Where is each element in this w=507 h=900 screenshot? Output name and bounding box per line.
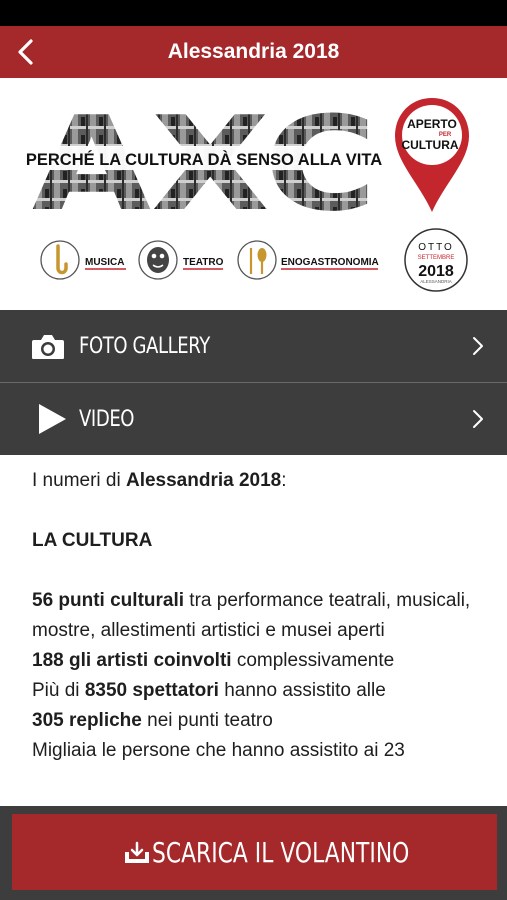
- event-banner: AXC PERCHÉ LA CULTURA DÀ SENSO ALLA VITA…: [0, 78, 507, 309]
- date-badge: OTTO SETTEMBRE 2018 ALESSANDRIA: [404, 228, 468, 292]
- page-title: Alessandria 2018: [167, 40, 340, 63]
- video-row[interactable]: VIDEO: [0, 383, 507, 455]
- food-category: ENOGASTRONOMIA: [237, 240, 379, 280]
- svg-text:ENOGASTRONOMIA: ENOGASTRONOMIA: [281, 257, 379, 268]
- svg-text:2018: 2018: [418, 263, 454, 280]
- stat-spectators: Più di 8350 spettatori hanno assistito a…: [32, 680, 386, 701]
- event-description: I numeri di Alessandria 2018: LA CULTURA…: [32, 466, 492, 766]
- theatre-category: TEATRO: [138, 240, 224, 280]
- foto-gallery-label: FOTO GALLERY: [79, 334, 210, 359]
- stat-replicas: 305 repliche nei punti teatro: [32, 710, 273, 731]
- svg-text:MUSICA: MUSICA: [85, 257, 124, 268]
- section-title: LA CULTURA: [32, 530, 153, 551]
- banner-tagline: PERCHÉ LA CULTURA DÀ SENSO ALLA VITA: [26, 150, 382, 169]
- music-category: MUSICA: [40, 240, 126, 280]
- camera-icon: [32, 335, 64, 359]
- svg-text:SETTEMBRE: SETTEMBRE: [418, 255, 455, 261]
- status-bar: [0, 0, 507, 26]
- stat-visitors: Migliaia le persone che hanno assistito …: [32, 740, 405, 761]
- download-flyer-button[interactable]: SCARICA IL VOLANTINO: [12, 814, 497, 890]
- download-tray-icon: [125, 841, 149, 863]
- banner-graphic: AXC PERCHÉ LA CULTURA DÀ SENSO ALLA VITA…: [26, 88, 469, 292]
- chevron-right-icon: [473, 410, 483, 428]
- svg-text:ALESSANDRIA: ALESSANDRIA: [420, 279, 452, 284]
- svg-text:APERTO: APERTO: [407, 117, 457, 131]
- chevron-right-icon: [473, 337, 483, 355]
- location-pin-icon: APERTO PER CULTURA: [395, 98, 469, 212]
- intro-line: I numeri di Alessandria 2018:: [32, 470, 287, 491]
- play-icon: [39, 404, 66, 434]
- foto-gallery-row[interactable]: FOTO GALLERY: [0, 310, 507, 382]
- nav-bar: Alessandria 2018: [0, 26, 507, 78]
- svg-text:CULTURA: CULTURA: [401, 138, 458, 152]
- svg-text:OTTO: OTTO: [418, 242, 454, 253]
- svg-text:TEATRO: TEATRO: [183, 257, 224, 268]
- download-label: SCARICA IL VOLANTINO: [152, 836, 410, 869]
- video-label: VIDEO: [79, 407, 135, 432]
- stat-artists: 188 gli artisti coinvolti complessivamen…: [32, 650, 395, 671]
- stat-cultural-points: 56 punti culturali tra performance teatr…: [32, 590, 471, 641]
